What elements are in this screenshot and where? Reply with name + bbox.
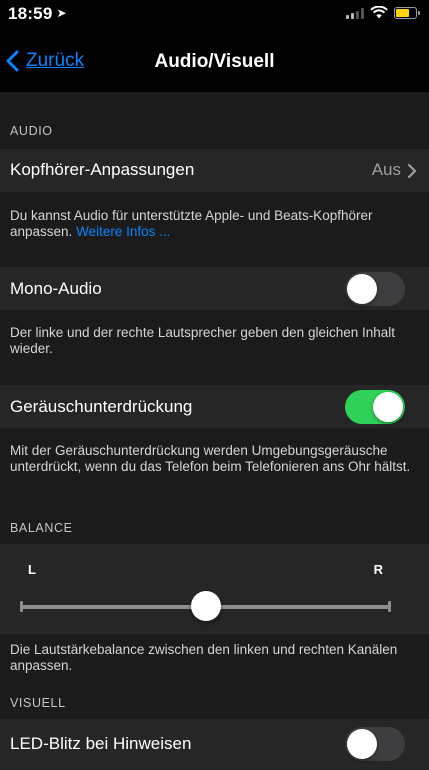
balance-row: L R xyxy=(0,544,429,634)
toggle-knob xyxy=(347,729,377,759)
balance-left-label: L xyxy=(28,562,36,577)
led-flash-toggle[interactable] xyxy=(345,727,405,761)
chevron-right-icon xyxy=(407,163,417,179)
status-bar: 18:59 ➤ xyxy=(0,0,429,34)
status-icons xyxy=(346,6,420,19)
status-time-text: 18:59 xyxy=(8,4,53,23)
section-header-balance: BALANCE xyxy=(10,521,73,535)
balance-footer: Die Lautstärkebalance zwischen den linke… xyxy=(10,642,398,673)
wifi-icon xyxy=(370,6,388,19)
balance-right-label: R xyxy=(373,562,383,577)
led-flash-label: LED-Blitz bei Hinweisen xyxy=(10,734,192,753)
led-flash-row: LED-Blitz bei Hinweisen xyxy=(0,719,429,770)
cellular-signal-icon xyxy=(346,7,364,19)
headphone-accommodations-label: Kopfhörer-Anpassungen xyxy=(10,160,195,179)
noise-cancellation-row: Geräuschunterdrückung xyxy=(0,385,429,428)
noise-cancellation-label: Geräuschunterdrückung xyxy=(10,397,193,416)
headphone-accommodations-value: Aus xyxy=(371,160,401,179)
noise-cancellation-footer: Mit der Geräuschunterdrückung werden Umg… xyxy=(10,443,411,474)
status-time: 18:59 ➤ xyxy=(8,4,67,24)
slider-right-cap xyxy=(388,601,391,612)
mono-audio-row: Mono-Audio xyxy=(0,267,429,310)
toggle-knob xyxy=(347,274,377,304)
more-info-link[interactable]: Weitere Infos ... xyxy=(76,224,170,239)
balance-slider-thumb[interactable] xyxy=(191,591,221,621)
section-header-visual: VISUELL xyxy=(10,696,66,710)
mono-audio-footer: Der linke und der rechte Lautsprecher ge… xyxy=(10,325,396,356)
mono-audio-toggle[interactable] xyxy=(345,272,405,306)
noise-cancellation-toggle[interactable] xyxy=(345,390,405,424)
section-header-audio: AUDIO xyxy=(10,124,53,138)
toggle-knob xyxy=(373,392,403,422)
headphone-accommodations-footer: Du kannst Audio für unterstützte Apple- … xyxy=(10,208,420,240)
headphone-accommodations-row[interactable]: Kopfhörer-Anpassungen Aus xyxy=(0,149,429,192)
headphone-footer-text: Du kannst Audio für unterstützte Apple- … xyxy=(10,208,373,239)
navigation-bar: Zurück Audio/Visuell xyxy=(0,34,429,92)
battery-icon xyxy=(394,6,420,19)
location-arrow-icon: ➤ xyxy=(56,6,67,20)
page-title: Audio/Visuell xyxy=(154,51,275,72)
mono-audio-label: Mono-Audio xyxy=(10,279,102,298)
settings-list: AUDIO Kopfhörer-Anpassungen Aus Du kanns… xyxy=(0,92,429,770)
